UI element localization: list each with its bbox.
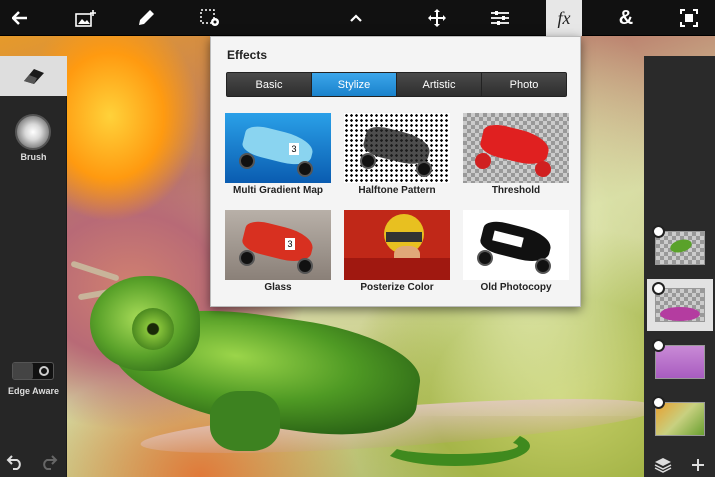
effect-thumbnail [463, 113, 569, 183]
layer-item-selected[interactable] [647, 279, 713, 331]
fit-screen-icon[interactable] [671, 0, 707, 36]
effect-thumbnail [344, 113, 450, 183]
layer-item[interactable] [647, 222, 713, 274]
layer-visibility-dot[interactable] [652, 339, 665, 352]
edge-aware-label: Edge Aware [7, 386, 60, 396]
effect-label: Halftone Pattern [358, 185, 436, 196]
effect-label: Multi Gradient Map [233, 185, 323, 196]
ampersand-icon[interactable]: & [608, 0, 644, 36]
effect-multi-gradient-map[interactable]: 3 Multi Gradient Map [225, 113, 331, 199]
layers-footer [644, 453, 715, 477]
layer-visibility-dot[interactable] [652, 396, 665, 409]
chameleon-eye [132, 308, 174, 350]
effect-thumbnail [344, 210, 450, 280]
effects-title: Effects [227, 48, 268, 62]
fx-label: fx [557, 7, 571, 28]
eraser-tool-button[interactable] [0, 56, 67, 96]
toggle-knob [13, 363, 33, 379]
fx-icon[interactable]: fx [546, 0, 582, 36]
chameleon-leg [210, 391, 280, 451]
eraser-icon [23, 69, 44, 84]
chameleon-horn [70, 260, 120, 282]
tab-basic[interactable]: Basic [227, 73, 312, 96]
adjustments-icon[interactable] [482, 0, 518, 36]
left-tool-panel: Brush Edge Aware [0, 56, 67, 477]
layer-visibility-dot[interactable] [652, 225, 665, 238]
effect-label: Threshold [491, 185, 541, 196]
back-arrow-icon[interactable] [2, 0, 38, 36]
effect-thumbnail [463, 210, 569, 280]
effect-old-photocopy[interactable]: Old Photocopy [463, 210, 569, 296]
effects-popover: Effects Basic Stylize Artistic Photo 3 M… [210, 36, 581, 307]
toggle-off-indicator [39, 366, 49, 376]
top-toolbar: fx & [0, 0, 715, 36]
layers-icon[interactable] [654, 457, 672, 473]
pencil-icon[interactable] [128, 0, 164, 36]
effect-thumbnail: 3 [225, 210, 331, 280]
redo-icon[interactable] [40, 454, 58, 472]
effects-tab-bar: Basic Stylize Artistic Photo [226, 72, 567, 97]
edge-aware-toggle[interactable] [12, 362, 54, 380]
brush-preview[interactable] [15, 114, 51, 150]
effect-label: Glass [264, 282, 292, 293]
chameleon-tail [380, 426, 530, 466]
undo-icon[interactable] [6, 454, 24, 472]
selection-settings-icon[interactable] [192, 0, 228, 36]
effect-label: Old Photocopy [480, 282, 552, 293]
add-layer-icon[interactable] [691, 458, 705, 472]
effect-label: Posterize Color [360, 282, 434, 293]
effect-threshold[interactable]: Threshold [463, 113, 569, 199]
move-icon[interactable] [419, 0, 455, 36]
tab-stylize[interactable]: Stylize [312, 73, 397, 96]
layers-panel [644, 56, 715, 477]
effect-thumbnail: 3 [225, 113, 331, 183]
tab-artistic[interactable]: Artistic [397, 73, 482, 96]
chevron-up-icon[interactable] [338, 0, 374, 36]
layer-item[interactable] [647, 336, 713, 388]
add-image-icon[interactable] [68, 0, 104, 36]
brush-label: Brush [20, 152, 47, 162]
effect-halftone-pattern[interactable]: Halftone Pattern [344, 113, 450, 199]
layer-visibility-dot[interactable] [652, 282, 665, 295]
effect-glass[interactable]: 3 Glass [225, 210, 331, 296]
layer-item[interactable] [647, 393, 713, 445]
effect-posterize-color[interactable]: Posterize Color [344, 210, 450, 296]
tab-photo[interactable]: Photo [482, 73, 566, 96]
